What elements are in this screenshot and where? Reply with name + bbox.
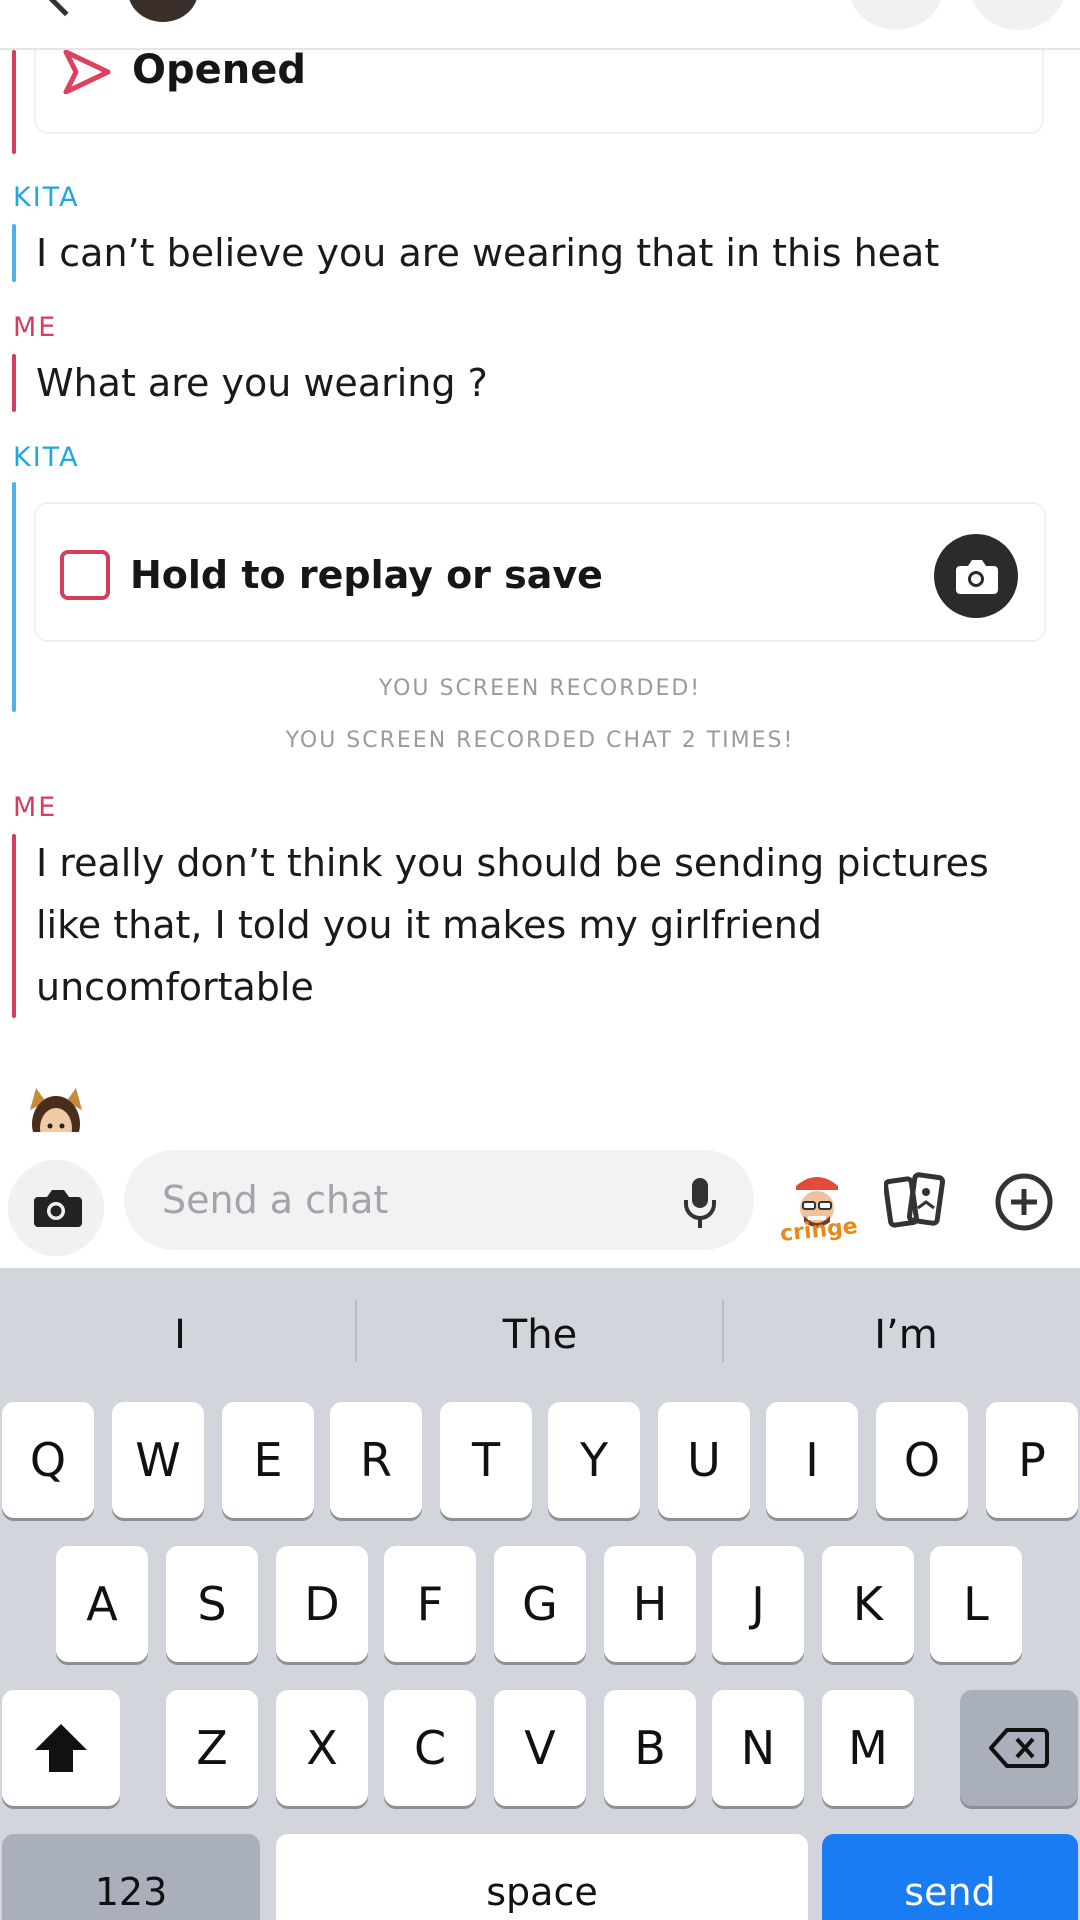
- key-h[interactable]: H: [604, 1546, 696, 1662]
- key-t[interactable]: T: [440, 1402, 532, 1518]
- key-k[interactable]: K: [822, 1546, 914, 1662]
- key-x[interactable]: X: [276, 1690, 368, 1806]
- snap-square-icon: [60, 550, 110, 600]
- bitmoji-sticker-button[interactable]: cringe: [776, 1166, 859, 1247]
- key-q[interactable]: Q: [2, 1402, 94, 1518]
- key-r[interactable]: R: [330, 1402, 422, 1518]
- key-e[interactable]: E: [222, 1402, 314, 1518]
- key-l[interactable]: L: [930, 1546, 1022, 1662]
- key-d[interactable]: D: [276, 1546, 368, 1662]
- microphone-icon: [684, 1178, 716, 1228]
- message-text-content: I can’t believe you are wearing that in …: [36, 231, 940, 275]
- suggestion-1[interactable]: I: [0, 1268, 360, 1402]
- cards-icon: [883, 1172, 946, 1228]
- backspace-key[interactable]: [960, 1690, 1078, 1806]
- space-key[interactable]: space: [276, 1834, 808, 1920]
- key-y[interactable]: Y: [548, 1402, 640, 1518]
- message-text[interactable]: I can’t believe you are wearing that in …: [12, 222, 939, 284]
- key-g[interactable]: G: [494, 1546, 586, 1662]
- video-call-button[interactable]: [970, 0, 1066, 30]
- key-f[interactable]: F: [384, 1546, 476, 1662]
- camera-icon: [34, 1190, 82, 1227]
- sender-label-kita: KITA: [13, 182, 80, 213]
- key-m[interactable]: M: [822, 1690, 914, 1806]
- cards-button[interactable]: [883, 1172, 948, 1234]
- screen-record-notice: YOU SCREEN RECORDED!: [378, 676, 702, 701]
- chat-header: [0, 0, 1080, 50]
- key-w[interactable]: W: [112, 1402, 204, 1518]
- message-text[interactable]: I really don’t think you should be sendi…: [12, 832, 989, 1018]
- back-chevron-icon[interactable]: [43, 0, 87, 17]
- camera-button[interactable]: [8, 1160, 104, 1256]
- key-i[interactable]: I: [766, 1402, 858, 1518]
- chat-composer: cringe: [0, 1132, 1080, 1266]
- suggestion-bar: I The I’m: [0, 1268, 1080, 1402]
- camera-icon: [956, 560, 998, 594]
- message-text[interactable]: What are you wearing ?: [12, 352, 488, 414]
- message-line: like that, I told you it makes my girlfr…: [36, 903, 822, 947]
- suggestion-2[interactable]: The: [360, 1268, 720, 1402]
- key-p[interactable]: P: [986, 1402, 1078, 1518]
- key-j[interactable]: J: [712, 1546, 804, 1662]
- chat-input[interactable]: [124, 1150, 754, 1250]
- numbers-key[interactable]: 123: [2, 1834, 260, 1920]
- key-a[interactable]: A: [56, 1546, 148, 1662]
- message-text-content: What are you wearing ?: [36, 361, 488, 405]
- keyboard: I The I’m Q W E R T Y U I O P A S D F G …: [0, 1268, 1080, 1920]
- sender-label-kita: KITA: [13, 442, 80, 473]
- opened-snap-card: Opened: [12, 50, 1052, 154]
- shift-arrow-icon: [35, 1724, 87, 1772]
- snap-label: Hold to replay or save: [130, 553, 603, 597]
- friend-avatar[interactable]: [128, 0, 198, 22]
- plus-circle-icon: [995, 1173, 1053, 1231]
- call-button[interactable]: [848, 0, 944, 30]
- key-u[interactable]: U: [658, 1402, 750, 1518]
- key-n[interactable]: N: [712, 1690, 804, 1806]
- chat-thread: Opened KITA I can’t believe you are wear…: [0, 50, 1080, 1152]
- suggestion-3[interactable]: I’m: [726, 1268, 1080, 1402]
- replay-snap-card[interactable]: Hold to replay or save: [34, 502, 1046, 642]
- camera-reply-button[interactable]: [934, 534, 1018, 618]
- shift-key[interactable]: [2, 1690, 120, 1806]
- send-key[interactable]: send: [822, 1834, 1078, 1920]
- key-c[interactable]: C: [384, 1690, 476, 1806]
- microphone-button[interactable]: [680, 1176, 720, 1234]
- message-line: I really don’t think you should be sendi…: [36, 841, 989, 885]
- opened-arrow-icon: [63, 50, 111, 94]
- key-o[interactable]: O: [876, 1402, 968, 1518]
- key-v[interactable]: V: [494, 1690, 586, 1806]
- more-options-button[interactable]: [994, 1172, 1054, 1236]
- key-b[interactable]: B: [604, 1690, 696, 1806]
- key-s[interactable]: S: [166, 1546, 258, 1662]
- opened-status: Opened: [132, 47, 307, 93]
- backspace-icon: [989, 1728, 1049, 1768]
- message-line: uncomfortable: [36, 965, 314, 1009]
- key-z[interactable]: Z: [166, 1690, 258, 1806]
- screen-record-count-notice: YOU SCREEN RECORDED CHAT 2 TIMES!: [285, 728, 795, 753]
- sender-label-me: ME: [13, 312, 58, 343]
- sender-label-me: ME: [13, 792, 58, 823]
